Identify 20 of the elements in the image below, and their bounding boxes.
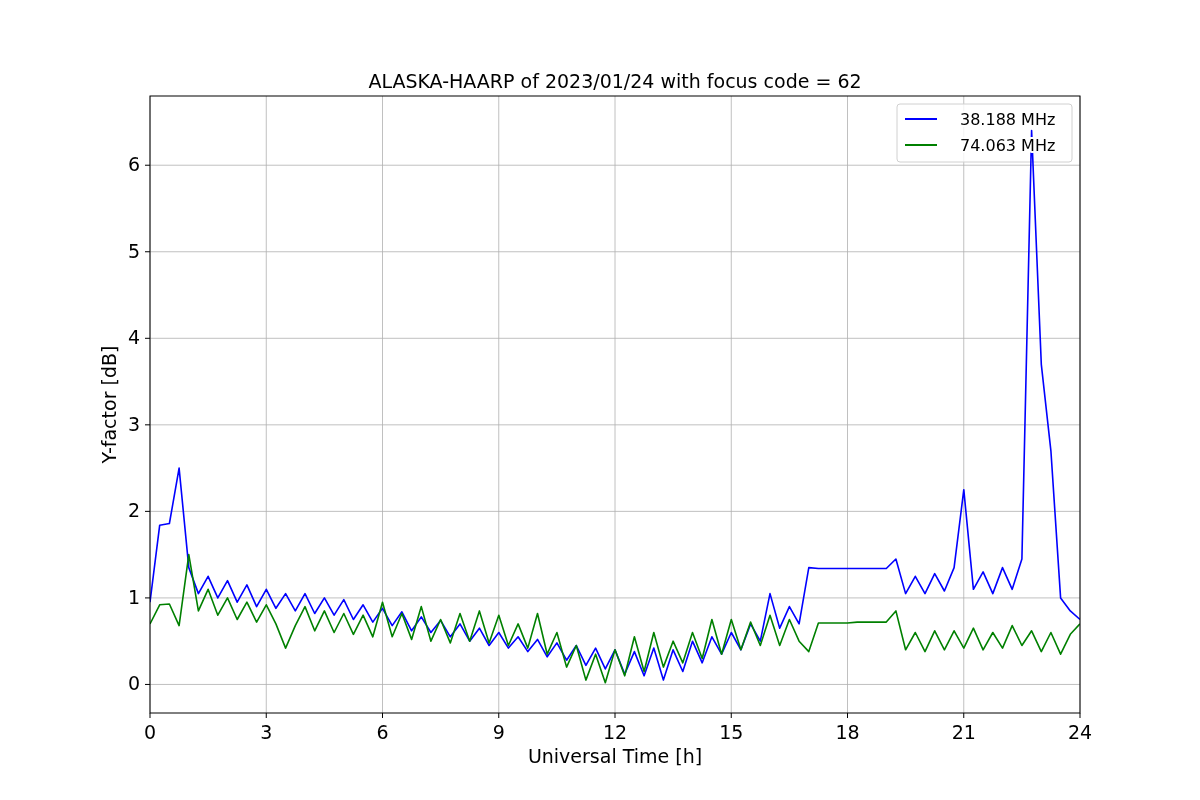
tick-label: 1 (127, 585, 140, 608)
tick-label: 2 (127, 499, 140, 522)
tick-label: 6 (127, 153, 140, 176)
chart-title: ALASKA-HAARP of 2023/01/24 with focus code = 62 (368, 70, 862, 92)
tick-label: 4 (127, 326, 140, 349)
tick-label: 0 (127, 672, 140, 695)
tick-label: 15 (719, 721, 744, 743)
x-axis-label: Universal Time [h] (527, 745, 703, 767)
tick-label: 3 (127, 412, 140, 435)
tick-label: 9 (492, 721, 505, 743)
tick-label: 5 (127, 239, 140, 262)
legend-label: 38.188 MHz (960, 110, 1056, 129)
tick-label: 18 (835, 721, 860, 743)
tick-label: 21 (951, 721, 976, 743)
tick-label: 24 (1067, 721, 1093, 743)
y-axis-label: Y-factor [dB] (98, 345, 120, 464)
tick-label: 3 (260, 721, 273, 743)
tick-label: 12 (602, 721, 628, 743)
tick-label: 0 (143, 721, 157, 743)
tick-label: 6 (376, 721, 389, 743)
